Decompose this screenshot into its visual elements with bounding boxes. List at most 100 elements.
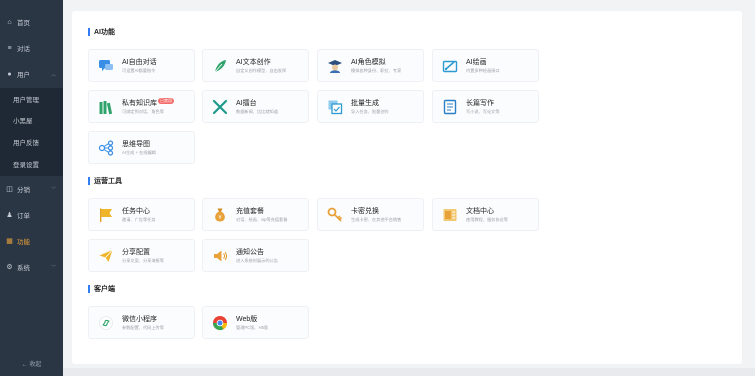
books-icon [97,98,115,116]
key-icon [326,206,344,224]
sidebar-item-label: 订单 [17,213,30,220]
sidebar-item-label: 功能 [17,239,30,246]
section-title-text: 客户端 [94,286,115,293]
card-task-center[interactable]: 任务中心 邀请、广告等任务 [88,198,195,231]
card-title: 微信小程序 [122,315,157,323]
sidebar-item-label: 系统 [17,265,30,272]
sidebar-item-home[interactable]: ⌂ 首页 [0,13,63,31]
share-icon: ◫ [6,185,13,193]
document-icon [441,98,459,116]
card-title: 思维导图 [122,140,150,148]
card-ai-role[interactable]: AI角色模拟 模拟各种身份、职位、专家 [317,49,424,82]
card-title: 任务中心 [122,207,150,215]
card-announcements[interactable]: 通知公告 进入系统时展示的公告 [202,239,309,272]
card-desc: 导入任务、批量创作 [351,108,389,114]
submenu-item-feedback[interactable]: 用户反馈 [0,133,63,151]
users-submenu: 用户管理 小黑屋 用户反馈 登录设置 [0,88,63,176]
home-icon: ⌂ [7,18,12,26]
sidebar-item-distribution[interactable]: ◫ 分销 ﹀ [0,180,63,198]
card-title: 通知公告 [236,248,264,256]
card-card-redeem[interactable]: 卡密兑换 生成卡密、在其他平台销售 [317,198,424,231]
send-icon [97,247,115,265]
bottom-strip [63,368,755,376]
card-title: AI擂台 [236,99,257,107]
card-knowledge-base[interactable]: 私有知识库 已禁用 可绑定到对话、角色等 [88,90,195,123]
card-desc: 邀请、广告等任务 [122,216,156,222]
card-desc: AI生成 + 在线编辑 [122,149,156,155]
card-ai-chat[interactable]: AI自由对话 可设置AI都要指令 [88,49,195,82]
doc-center-icon [441,206,459,224]
card-title: 批量生成 [351,99,379,107]
card-title: AI自由对话 [122,58,157,66]
card-title: AI绘画 [466,58,487,66]
card-desc: 参数配置、代码上传等 [122,324,164,330]
card-desc: 数据新闻、比比就知道 [236,108,278,114]
card-title: 卡密兑换 [351,207,379,215]
section-title-clients: 客户端 [88,284,115,294]
sidebar-item-chat[interactable]: ≡ 对话 [0,39,63,57]
card-desc: 管理PC版、H5版 [236,324,269,330]
section-accent-bar [88,177,90,185]
card-batch-generate[interactable]: 批量生成 导入任务、批量创作 [317,90,424,123]
mindmap-icon [97,139,115,157]
sidebar-item-label: 首页 [17,20,30,27]
card-desc: 自定义创作模型、自由发挥 [236,67,287,73]
section-title-text: 运营工具 [94,178,122,185]
card-share-config[interactable]: 分享配置 分享文案、分享海报等 [88,239,195,272]
card-desc: 模拟各种身份、职位、专家 [351,67,402,73]
card-wechat-miniprogram[interactable]: 微信小程序 参数配置、代码上传等 [88,306,195,339]
card-web-version[interactable]: Web版 管理PC版、H5版 [202,306,309,339]
batch-icon [326,98,344,116]
card-desc: 分享文案、分享海报等 [122,257,164,263]
section-title-operations: 运营工具 [88,176,122,186]
card-title: 充值套餐 [236,207,264,215]
feature-panel: AI功能 AI自由对话 可设置AI都要指令 AI文本创作 自定义创作模型、自由发… [72,11,742,364]
gear-icon: ⚙ [6,263,13,271]
graduate-icon [326,57,344,75]
card-recharge-packages[interactable]: ¥ 充值套餐 对话、绘画、vip等充值套餐 [202,198,309,231]
paint-icon [441,57,459,75]
sidebar-item-features[interactable]: ▦ 功能 [0,232,63,250]
card-long-writing[interactable]: 长篇写作 写小说、写论文等 [432,90,539,123]
user-icon: ● [7,70,12,78]
swords-icon [211,98,229,116]
card-ai-arena[interactable]: AI擂台 数据新闻、比比就知道 [202,90,309,123]
sidebar-item-system[interactable]: ⚙ 系统 ﹀ [0,258,63,276]
chevron-down-icon: ﹀ [50,264,56,271]
moneybag-icon: ¥ [211,206,229,224]
sidebar-item-label: 分销 [17,187,30,194]
card-ai-drawing[interactable]: AI绘画 内置多种绘画接口 [432,49,539,82]
card-desc: 可绑定到对话、角色等 [122,109,164,114]
bag-icon: ♟ [6,211,13,219]
miniprogram-icon [97,314,115,332]
section-title-text: AI功能 [94,29,115,36]
sidebar-item-label: 对话 [17,46,30,53]
list-icon: ≡ [7,44,12,52]
submenu-item-blacklist[interactable]: 小黑屋 [0,111,63,129]
card-title: 分享配置 [122,248,150,256]
card-mind-map[interactable]: 思维导图 AI生成 + 在线编辑 [88,131,195,164]
top-bar [63,0,755,9]
speaker-icon [211,247,229,265]
feather-icon [211,57,229,75]
sidebar-item-users[interactable]: ● 用户 ︿ [0,65,63,83]
section-accent-bar [88,285,90,293]
card-doc-center[interactable]: 文档中心 使用教程、服务协议等 [432,198,539,231]
card-title: 文档中心 [466,207,494,215]
chevron-down-icon: ﹀ [50,186,56,193]
submenu-item-login-settings[interactable]: 登录设置 [0,155,63,173]
sidebar-item-label: 用户 [17,72,30,79]
sidebar-item-orders[interactable]: ♟ 订单 [0,206,63,224]
card-desc: 对话、绘画、vip等充值套餐 [236,216,288,222]
card-desc: 使用教程、服务协议等 [466,216,508,222]
card-desc: 生成卡密、在其他平台销售 [351,216,402,222]
card-title: AI角色模拟 [351,58,386,66]
collapse-sidebar-button[interactable]: ← 收起 [0,359,63,368]
section-title-ai: AI功能 [88,27,115,37]
card-ai-writing[interactable]: AI文本创作 自定义创作模型、自由发挥 [202,49,309,82]
card-desc: 可设置AI都要指令 [122,67,156,73]
submenu-item-user-management[interactable]: 用户管理 [0,90,63,108]
card-title: 长篇写作 [466,99,494,107]
card-title: 私有知识库 已禁用 [122,98,174,107]
svg-text:¥: ¥ [218,215,221,221]
